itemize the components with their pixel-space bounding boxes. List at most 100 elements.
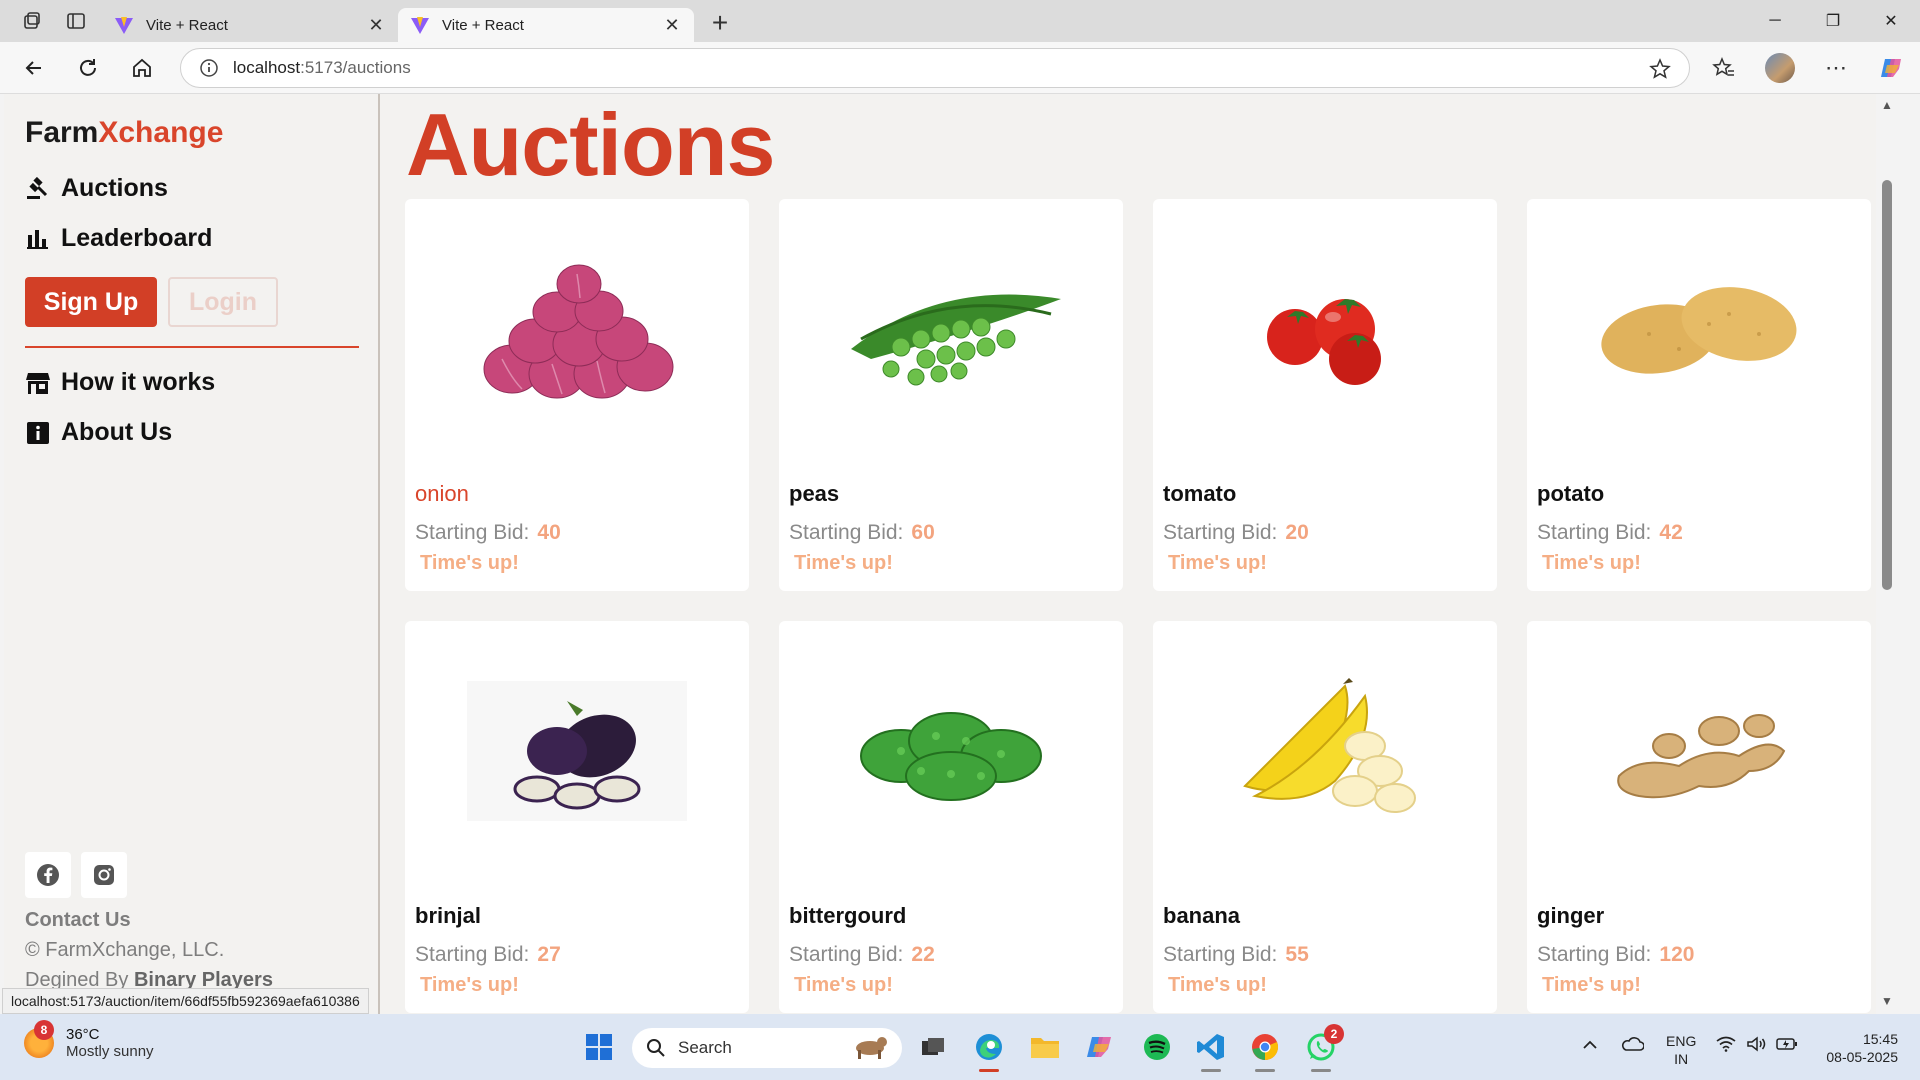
minimize-icon[interactable]: ─	[1746, 0, 1804, 42]
sun-icon: 8	[24, 1020, 54, 1058]
sidebar-item-label: About Us	[61, 418, 173, 446]
bid-amount: 20	[1285, 521, 1309, 544]
banana-image	[1193, 651, 1457, 851]
site-info-icon[interactable]	[199, 58, 219, 78]
auction-name: brinjal	[415, 903, 482, 928]
toolbar-right: ⋯	[1696, 42, 1920, 94]
starting-bid: Starting Bid: 40	[415, 521, 561, 545]
close-window-icon[interactable]: ✕	[1862, 0, 1920, 42]
favorites-icon[interactable]	[1696, 42, 1752, 94]
system-clock[interactable]: 15:45 08-05-2025	[1826, 1030, 1898, 1066]
workspaces-icon[interactable]	[12, 4, 52, 38]
file-explorer-icon[interactable]	[1026, 1028, 1064, 1066]
browser-toolbar: localhost:5173/auctions ⋯	[0, 42, 1920, 94]
auction-card-banana[interactable]: banana Starting Bid: 55 Time's up!	[1153, 621, 1497, 1013]
vscode-icon[interactable]	[1192, 1028, 1230, 1072]
divider	[25, 346, 359, 348]
copilot-icon[interactable]	[1864, 42, 1920, 94]
info-icon	[25, 420, 51, 446]
auction-card-tomato[interactable]: tomato Starting Bid: 20 Time's up!	[1153, 199, 1497, 591]
bid-amount: 55	[1285, 943, 1309, 966]
bid-amount: 22	[911, 943, 935, 966]
whatsapp-icon[interactable]: 2	[1302, 1024, 1344, 1072]
copilot-app-icon[interactable]	[1082, 1028, 1120, 1066]
scroll-down-icon[interactable]: ▼	[1881, 994, 1893, 1008]
region-code: IN	[1674, 1051, 1689, 1067]
starting-bid: Starting Bid: 20	[1163, 521, 1309, 545]
sidebar: FarmXchange Auctions Leaderboard Sign Up…	[4, 94, 380, 1014]
favorite-star-icon[interactable]	[1649, 58, 1671, 80]
sidebar-item-about-us[interactable]: About Us	[25, 418, 172, 447]
restore-icon[interactable]: ❐	[1804, 0, 1862, 42]
edge-browser-icon[interactable]	[970, 1028, 1008, 1072]
chrome-icon[interactable]	[1246, 1028, 1284, 1072]
auction-name: banana	[1163, 903, 1241, 928]
sidebar-item-how-it-works[interactable]: How it works	[25, 368, 215, 397]
brand-logo[interactable]: FarmXchange	[25, 116, 223, 150]
browser-tab-active[interactable]: Vite + React ✕	[398, 8, 694, 42]
login-button[interactable]: Login	[168, 277, 278, 327]
tab-title: Vite + React	[146, 16, 228, 34]
weather-widget[interactable]: 8 36°C Mostly sunny	[24, 1020, 154, 1060]
time-up-status: Time's up!	[420, 974, 519, 996]
volume-icon	[1747, 1036, 1766, 1052]
profile-avatar[interactable]	[1752, 42, 1808, 94]
task-view-icon[interactable]	[914, 1028, 952, 1066]
status-bar-url: localhost:5173/auction/item/66df55fb5923…	[2, 988, 369, 1014]
time-up-status: Time's up!	[1168, 974, 1267, 996]
auction-card-potato[interactable]: potato Starting Bid: 42 Time's up!	[1527, 199, 1871, 591]
store-icon	[25, 370, 51, 396]
browser-tab[interactable]: Vite + React ✕	[102, 8, 398, 42]
auction-name: potato	[1537, 481, 1605, 506]
page-viewport: FarmXchange Auctions Leaderboard Sign Up…	[4, 94, 1898, 1014]
scroll-thumb[interactable]	[1882, 180, 1892, 590]
bid-amount: 60	[911, 521, 935, 544]
starting-bid: Starting Bid: 22	[789, 943, 935, 967]
auction-name: tomato	[1163, 481, 1237, 506]
onedrive-cloud-icon[interactable]	[1620, 1036, 1645, 1056]
more-menu-icon[interactable]: ⋯	[1808, 42, 1864, 94]
sidebar-item-auctions[interactable]: Auctions	[25, 174, 168, 203]
page-scrollbar[interactable]: ▲ ▼	[1876, 94, 1898, 1014]
home-icon[interactable]	[122, 48, 162, 88]
auction-card-ginger[interactable]: ginger Starting Bid: 120 Time's up!	[1527, 621, 1871, 1013]
contact-us-link[interactable]: Contact Us	[25, 909, 131, 932]
refresh-icon[interactable]	[68, 48, 108, 88]
tab-actions-icon[interactable]	[56, 4, 96, 38]
clock-time: 15:45	[1862, 1031, 1898, 1047]
scroll-up-icon[interactable]: ▲	[1881, 98, 1893, 112]
taskbar-search[interactable]: Search	[632, 1028, 902, 1068]
auction-card-bittergourd[interactable]: bittergourd Starting Bid: 22 Time's up!	[779, 621, 1123, 1013]
peas-image	[819, 229, 1083, 429]
url-host: localhost	[233, 58, 301, 77]
close-icon[interactable]: ✕	[662, 15, 682, 36]
time-up-status: Time's up!	[1542, 552, 1641, 574]
auction-card-peas[interactable]: peas Starting Bid: 60 Time's up!	[779, 199, 1123, 591]
auction-card-brinjal[interactable]: brinjal Starting Bid: 27 Time's up!	[405, 621, 749, 1013]
sidebar-item-leaderboard[interactable]: Leaderboard	[25, 224, 212, 253]
windows-start-icon[interactable]	[580, 1028, 618, 1066]
sign-up-button[interactable]: Sign Up	[25, 277, 157, 327]
potato-image	[1567, 229, 1831, 429]
close-icon[interactable]: ✕	[366, 15, 386, 36]
time-up-status: Time's up!	[794, 552, 893, 574]
system-tray-icons[interactable]	[1716, 1036, 1798, 1052]
sidebar-item-label: Auctions	[61, 174, 168, 202]
back-icon[interactable]	[14, 48, 54, 88]
show-hidden-icons-chevron[interactable]	[1582, 1036, 1598, 1054]
bid-label: Starting Bid:	[789, 521, 904, 544]
search-highlight-icon	[850, 1032, 890, 1065]
battery-icon	[1776, 1038, 1797, 1050]
vite-logo-icon	[411, 17, 429, 34]
spotify-icon[interactable]	[1138, 1028, 1176, 1066]
gavel-icon	[25, 176, 51, 202]
facebook-icon[interactable]	[25, 852, 71, 898]
address-bar[interactable]: localhost:5173/auctions	[180, 48, 1690, 88]
bid-label: Starting Bid:	[1163, 521, 1278, 544]
vite-logo-icon	[115, 17, 133, 34]
instagram-icon[interactable]	[81, 852, 127, 898]
language-indicator[interactable]: ENG IN	[1666, 1032, 1696, 1068]
auction-card-onion[interactable]: onion Starting Bid: 40 Time's up!	[405, 199, 749, 591]
bar-chart-icon	[25, 226, 51, 252]
new-tab-button[interactable]: +	[700, 6, 740, 40]
